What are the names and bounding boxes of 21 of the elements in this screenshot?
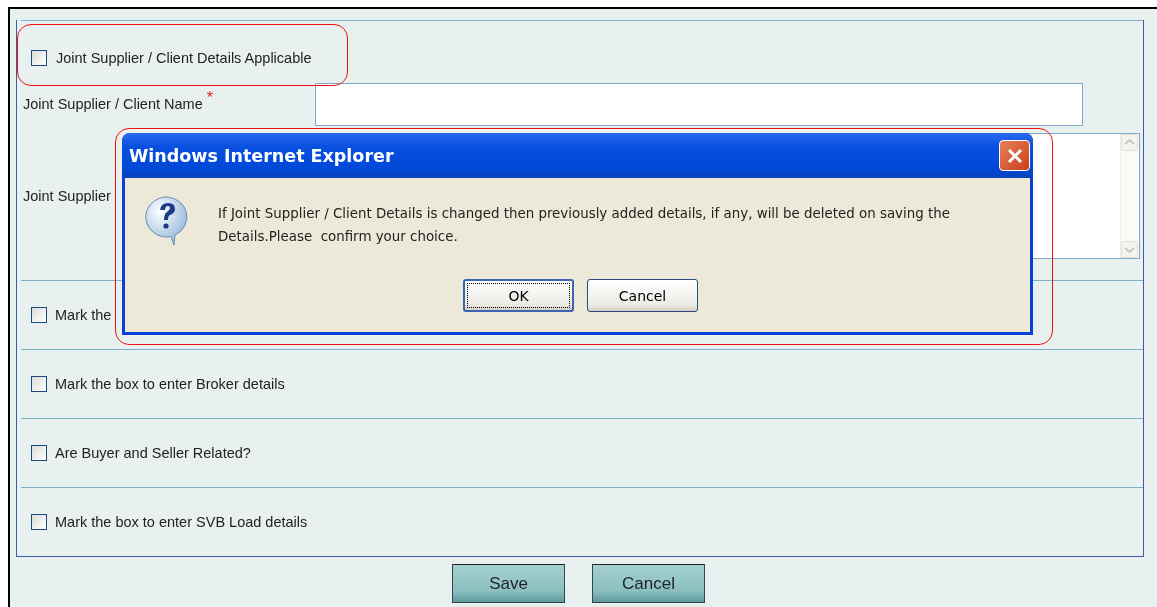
checkbox[interactable] bbox=[31, 50, 47, 66]
field-label: Joint Supplier bbox=[23, 188, 112, 204]
cancel-button[interactable]: Cancel bbox=[587, 279, 698, 312]
checkbox-label: Joint Supplier / Client Details Applicable bbox=[56, 50, 312, 66]
checkbox-label: Are Buyer and Seller Related? bbox=[55, 445, 251, 461]
name-field[interactable] bbox=[315, 82, 1083, 126]
checkbox[interactable] bbox=[31, 307, 47, 323]
save-button[interactable]: Save bbox=[452, 564, 565, 603]
checkbox-label: Mark the bbox=[55, 307, 112, 323]
checkbox[interactable] bbox=[31, 445, 47, 461]
checkbox[interactable] bbox=[31, 514, 47, 530]
close-icon bbox=[1005, 146, 1024, 165]
dialog-title: Windows Internet Explorer bbox=[129, 145, 394, 166]
dialog-message: If Joint Supplier / Client Details is changed then previously added details, if any, will be deleted on saving the Details.Please confirm your choice. bbox=[218, 205, 951, 246]
checkbox-label: Mark the box to enter Broker details bbox=[55, 376, 285, 392]
cancel-button[interactable]: Cancel bbox=[592, 564, 705, 603]
question-icon bbox=[144, 195, 190, 247]
checkbox-label: Mark the box to enter SVB Load details bbox=[55, 514, 308, 530]
ok-button[interactable]: OK bbox=[463, 279, 574, 312]
checkbox[interactable] bbox=[31, 376, 47, 392]
close-button[interactable] bbox=[999, 140, 1030, 171]
